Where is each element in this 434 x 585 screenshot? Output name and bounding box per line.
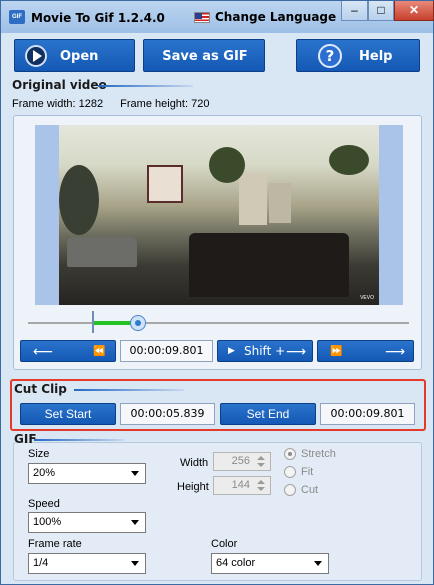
shift-forward-button[interactable]: ▶ Shift + ⟶ [217,340,313,362]
help-label: Help [359,49,393,64]
us-flag-icon [194,11,210,23]
speed-select[interactable]: 100% [28,512,146,533]
cut-label: Cut [301,484,319,496]
spin-up-icon[interactable] [257,480,265,484]
shift-label: Shift + [244,344,286,358]
title-bar[interactable]: GIF Movie To Gif 1.2.4.0 Change Language… [1,1,434,33]
right-arrow-icon: ⟶ [286,344,307,360]
frame-rate-label: Frame rate [28,538,82,550]
step-back-button[interactable]: ⟵ ⏪ [20,340,116,362]
video-billboard [147,165,183,203]
right-arrow-icon: ⟶ [385,344,406,360]
current-time-field[interactable]: 00:00:09.801 [120,340,213,362]
save-as-gif-button[interactable]: Save as GIF [143,39,265,72]
fit-radio[interactable]: Fit [284,466,313,478]
save-as-gif-label: Save as GIF [162,49,248,64]
stretch-radio[interactable]: Stretch [284,448,336,460]
gif-divider [34,439,124,441]
question-icon: ? [318,44,342,68]
video-convertible [189,233,349,297]
open-label: Open [60,49,99,64]
frame-rate-select[interactable]: 1/4 [28,553,146,574]
radio-icon [284,484,296,496]
cut-clip-title: Cut Clip [14,382,67,396]
height-value: 144 [231,479,250,491]
video-preview[interactable]: VEVO [59,125,379,305]
end-time-field[interactable]: 00:00:09.801 [320,403,415,425]
step-forward-button[interactable]: ⏩ ⟶ [317,340,414,362]
video-palm-tree [209,147,245,183]
video-car [67,237,137,267]
open-play-icon [25,45,47,67]
timeline-thumb[interactable] [130,315,146,331]
cut-clip-divider [74,389,184,391]
set-end-button[interactable]: Set End [220,403,316,425]
frame-height-label: Frame height: 720 [120,98,210,110]
change-language-label: Change Language [215,10,337,24]
speed-label: Speed [28,498,60,510]
width-label: Width [180,457,209,469]
cut-radio[interactable]: Cut [284,484,318,496]
video-building [239,173,267,225]
radio-icon [284,466,296,478]
help-button[interactable]: ? Help [296,39,420,72]
stretch-label: Stretch [301,448,336,460]
app-logo-icon: GIF [9,10,25,24]
play-icon: ▶ [228,346,235,356]
minimize-button[interactable]: – [341,1,368,21]
video-watermark: VEVO [360,295,374,301]
chevron-down-icon [131,471,139,476]
color-label: Color [211,538,238,550]
width-spinner[interactable]: 256 [213,452,271,471]
size-value: 20% [33,467,56,479]
frame-rate-value: 1/4 [33,557,49,569]
set-start-button[interactable]: Set Start [20,403,116,425]
height-label: Height [177,481,209,493]
size-select[interactable]: 20% [28,463,146,484]
size-label: Size [28,448,50,460]
frame-width-label: Frame width: 1282 [12,98,104,110]
toolbar: Open Save as GIF ? Help [14,39,421,72]
fit-label: Fit [301,466,314,478]
spin-down-icon[interactable] [257,463,265,467]
video-tree [59,165,99,235]
chevron-down-icon [131,520,139,525]
video-building [269,183,291,223]
timeline-track[interactable] [28,322,409,324]
left-arrow-icon: ⟵ [33,344,54,360]
open-button[interactable]: Open [14,39,135,72]
speed-value: 100% [33,516,62,528]
maximize-button[interactable]: □ [368,1,394,21]
video-palm-tree [329,145,369,175]
fast-forward-icon: ⏩ [330,346,343,357]
chevron-down-icon [314,561,322,566]
radio-selected-icon [284,448,296,460]
color-select[interactable]: 64 color [211,553,329,574]
start-time-field[interactable]: 00:00:05.839 [120,403,215,425]
app-window: GIF Movie To Gif 1.2.4.0 Change Language… [0,0,434,585]
window-title: Movie To Gif 1.2.4.0 [31,11,165,25]
spin-up-icon[interactable] [257,456,265,460]
spin-down-icon[interactable] [257,487,265,491]
change-language-button[interactable]: Change Language [194,10,336,24]
height-spinner[interactable]: 144 [213,476,271,495]
timeline-start-marker[interactable] [92,311,94,333]
original-video-divider [98,85,193,87]
width-value: 256 [231,455,250,467]
chevron-down-icon [131,561,139,566]
rewind-icon: ⏪ [93,346,106,357]
original-video-title: Original video [12,78,107,92]
color-value: 64 color [216,557,256,569]
close-button[interactable]: ✕ [394,1,434,21]
frame-info: Frame width: 1282 Frame height: 720 [12,98,209,110]
